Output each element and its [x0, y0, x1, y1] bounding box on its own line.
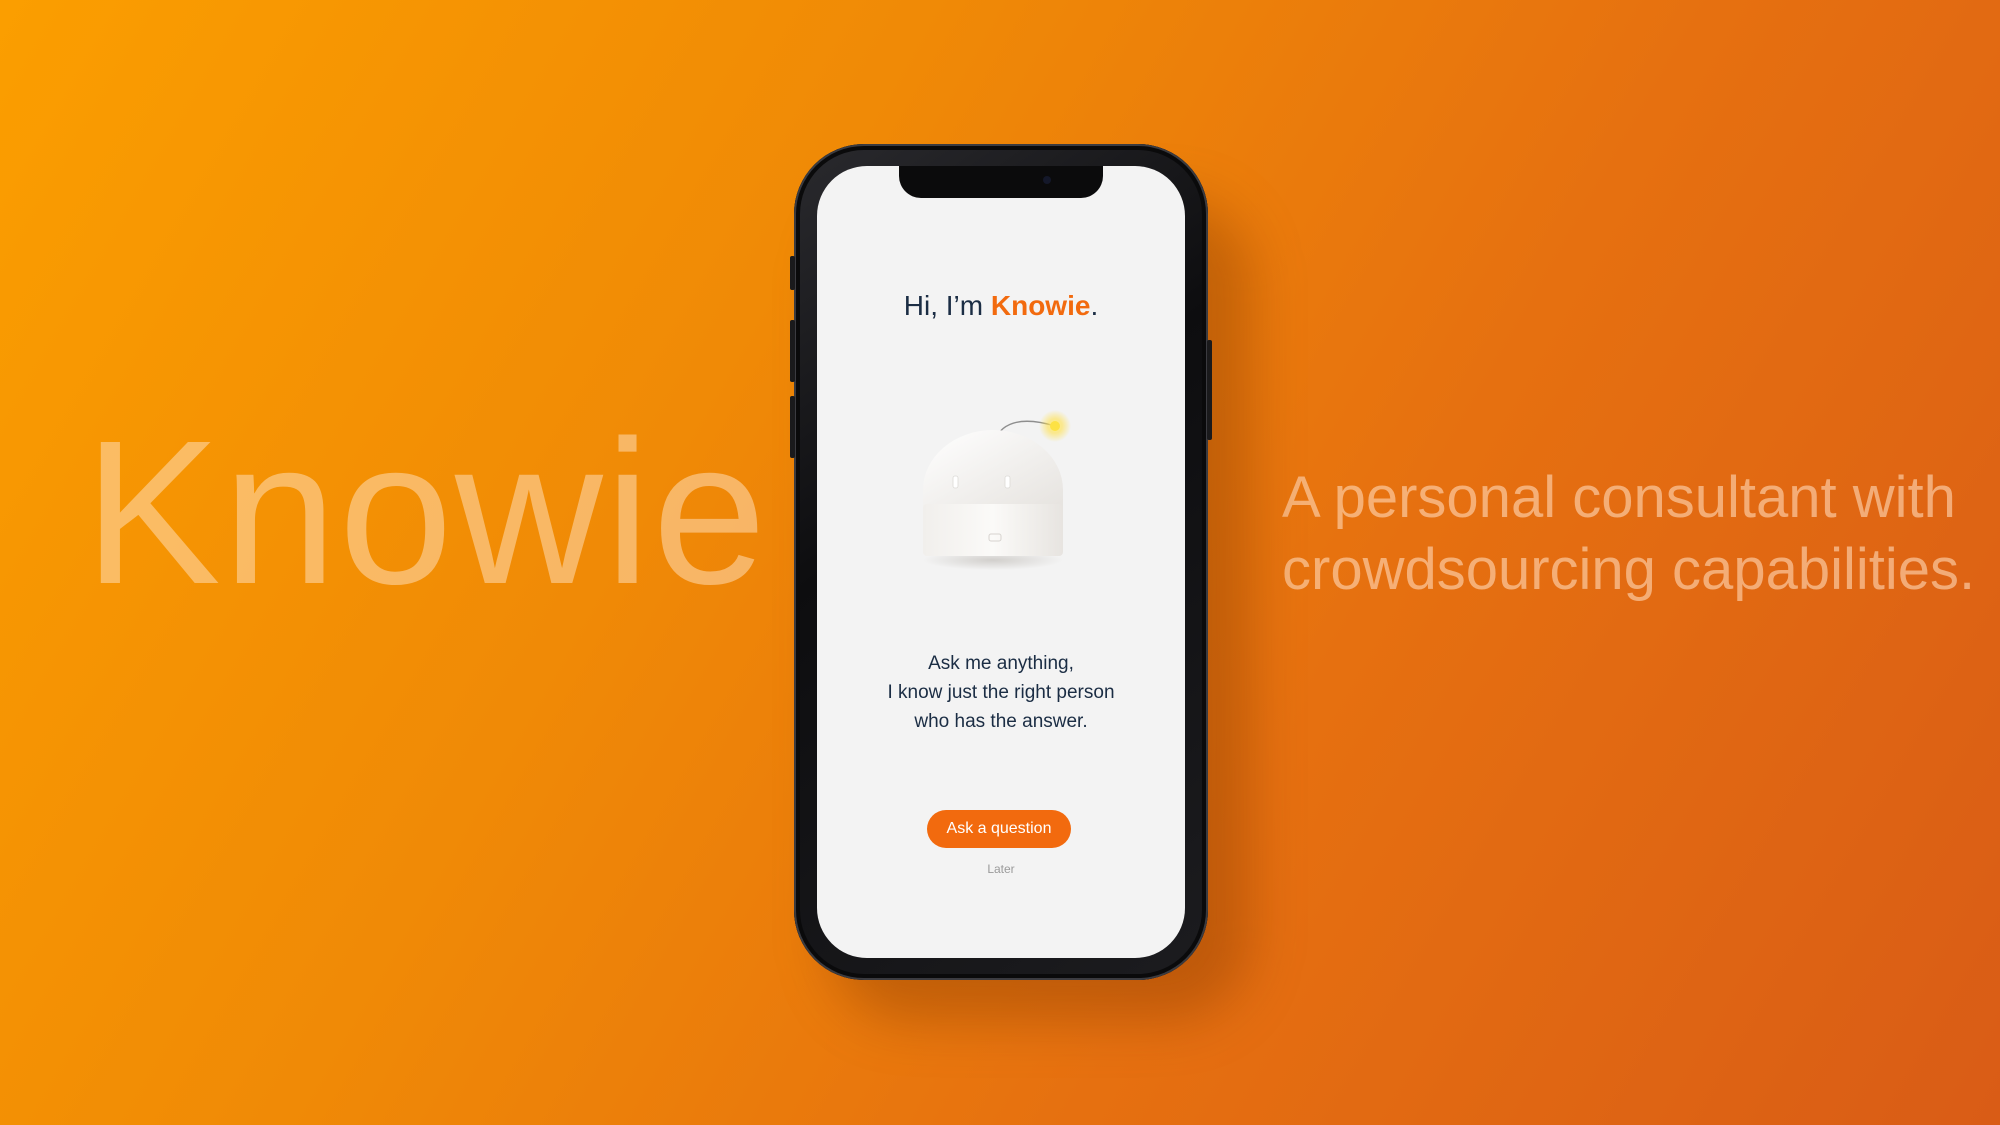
- message-line-3: who has the answer.: [914, 711, 1088, 732]
- volume-up-button: [790, 320, 795, 382]
- app-screen: Hi, I’m Knowie. Ask me anything, I know …: [817, 166, 1185, 958]
- greeting-prefix: Hi, I’m: [903, 290, 991, 321]
- brand-wordmark: Knowie: [84, 398, 769, 627]
- phone-mockup: Hi, I’m Knowie. Ask me anything, I know …: [790, 144, 1212, 980]
- volume-down-button: [790, 396, 795, 458]
- tagline-line-2: crowdsourcing capabilities.: [1282, 537, 1976, 602]
- ask-question-button[interactable]: Ask a question: [927, 810, 1071, 848]
- front-camera: [1043, 176, 1051, 184]
- phone-notch: [899, 166, 1103, 198]
- tagline: A personal consultant with crowdsourcing…: [1282, 462, 1982, 606]
- message-line-1: Ask me anything,: [928, 653, 1074, 674]
- greeting-heading: Hi, I’m Knowie.: [817, 290, 1185, 322]
- intro-message: Ask me anything, I know just the right p…: [817, 649, 1185, 736]
- power-button: [1207, 340, 1212, 440]
- robot-mascot-icon: [919, 408, 1079, 578]
- greeting-suffix: .: [1090, 290, 1099, 321]
- mute-switch: [790, 256, 795, 290]
- tagline-line-1: A personal consultant with: [1282, 465, 1956, 530]
- later-link[interactable]: Later: [817, 862, 1185, 876]
- message-line-2: I know just the right person: [887, 682, 1115, 703]
- greeting-brand: Knowie: [990, 290, 1091, 321]
